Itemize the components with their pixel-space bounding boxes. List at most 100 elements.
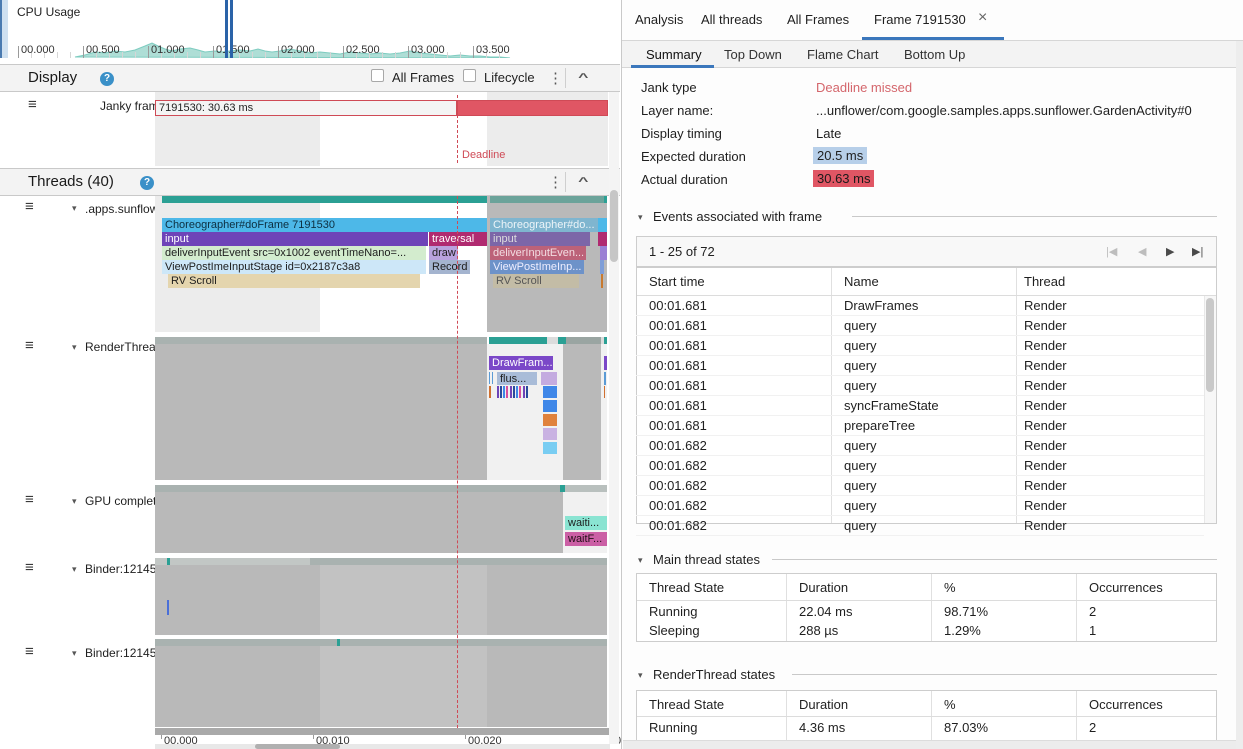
tab-analysis[interactable]: Analysis	[635, 12, 683, 27]
table-row[interactable]: 00:01.681 prepareTree Render	[636, 416, 1204, 436]
section-collapse-caret-icon[interactable]: ▾	[638, 212, 643, 223]
actual-duration-label: Actual duration	[641, 172, 728, 187]
states-col-thread-state[interactable]: Thread State	[649, 580, 724, 595]
profiler-window: CPU Usage 00.000 00.500 01.000 01.500 02…	[0, 0, 1243, 749]
thread-state-bar[interactable]	[162, 196, 487, 203]
all-frames-checkbox[interactable]	[371, 69, 384, 82]
tab-summary[interactable]: Summary	[646, 47, 702, 62]
lifecycle-checkbox[interactable]	[463, 69, 476, 82]
tab-frame-7191530[interactable]: Frame 7191530	[874, 12, 966, 27]
trace-event-flush[interactable]: flus...	[497, 372, 537, 385]
v-scrollbar-track[interactable]	[1236, 41, 1243, 749]
kebab-menu-icon[interactable]: ⋮	[548, 173, 563, 191]
state-duration: 22.04 ms	[799, 604, 852, 619]
last-page-icon[interactable]: ▶|	[1192, 245, 1203, 258]
table-row[interactable]: 00:01.681 query Render	[636, 316, 1204, 336]
tab-flame-chart[interactable]: Flame Chart	[807, 47, 879, 62]
drag-handle-icon[interactable]: ≡	[28, 98, 37, 112]
trace-event-traversal[interactable]: traversal	[429, 232, 487, 246]
trace-event-waitfence[interactable]: waitF...	[565, 532, 607, 546]
table-row[interactable]: 00:01.682 query Render	[636, 476, 1204, 496]
trace-event-rv-scroll[interactable]: RV Scroll	[168, 274, 420, 288]
states-col-occurrences[interactable]: Occurrences	[1089, 697, 1163, 712]
trace-event-input[interactable]: input	[162, 232, 428, 246]
drag-handle-icon[interactable]: ≡	[25, 200, 34, 214]
caret-down-icon[interactable]: ▾	[72, 203, 77, 214]
table-row[interactable]: 00:01.681 DrawFrames Render	[636, 296, 1204, 316]
janky-frame-bar-overrun[interactable]	[457, 100, 608, 116]
janky-frame-bar[interactable]: 7191530: 30.63 ms	[155, 100, 457, 116]
trace-event-viewpostime[interactable]: ViewPostImeInputStage id=0x2187c3a8	[162, 260, 426, 274]
thread-label-renderthread[interactable]: RenderThread	[85, 340, 162, 354]
state-duration: 4.36 ms	[799, 720, 845, 735]
trace-event-record[interactable]: Record ...	[429, 260, 470, 274]
trace-event-drawframes[interactable]: DrawFram...	[489, 356, 553, 370]
table-row[interactable]: 00:01.681 syncFrameState Render	[636, 396, 1204, 416]
h-scrollbar-track[interactable]	[623, 740, 1236, 749]
drag-handle-icon[interactable]: ≡	[25, 493, 34, 507]
tab-bottom-up[interactable]: Bottom Up	[904, 47, 965, 62]
table-row[interactable]: 00:01.682 query Render	[636, 496, 1204, 516]
trace-event-deliver-dim[interactable]: deliverInputEven...	[490, 246, 586, 260]
event-thread: Render	[1024, 498, 1067, 513]
table-row[interactable]: 00:01.682 query Render	[636, 516, 1204, 536]
events-col-start-time[interactable]: Start time	[649, 274, 705, 289]
states-col-duration[interactable]: Duration	[799, 697, 848, 712]
states-col-occurrences[interactable]: Occurrences	[1089, 580, 1163, 595]
trace-event-viewpostime-dim[interactable]: ViewPostImeInp...	[490, 260, 584, 274]
section-collapse-caret-icon[interactable]: ▾	[638, 670, 643, 681]
events-scrollbar-thumb[interactable]	[1206, 298, 1214, 392]
selection-marker[interactable]	[225, 0, 228, 58]
tab-all-threads[interactable]: All threads	[701, 12, 762, 27]
drag-handle-icon[interactable]: ≡	[25, 339, 34, 353]
caret-down-icon[interactable]: ▾	[72, 496, 77, 507]
event-name: query	[844, 458, 877, 473]
tab-top-down[interactable]: Top Down	[724, 47, 782, 62]
trace-event-choreographer-dim[interactable]: Choreographer#do...	[490, 218, 604, 232]
h-scrollbar-thumb[interactable]	[255, 744, 340, 749]
close-icon[interactable]: ×	[978, 9, 987, 27]
states-col-percent[interactable]: %	[944, 580, 956, 595]
table-row[interactable]: 00:01.681 query Render	[636, 376, 1204, 396]
states-col-thread-state[interactable]: Thread State	[649, 697, 724, 712]
collapse-chevron-icon[interactable]: ^	[578, 176, 588, 188]
table-row[interactable]: 00:01.682 query Render	[636, 436, 1204, 456]
caret-down-icon[interactable]: ▾	[72, 564, 77, 575]
events-col-name[interactable]: Name	[844, 274, 879, 289]
trace-event-waiting[interactable]: waiti...	[565, 516, 607, 530]
events-col-thread[interactable]: Thread	[1024, 274, 1065, 289]
trace-event-input-dim[interactable]: input	[490, 232, 590, 246]
table-row[interactable]: Running 4.36 ms 87.03% 2	[636, 718, 1215, 737]
table-row[interactable]: 00:01.681 query Render	[636, 356, 1204, 376]
drag-handle-icon[interactable]: ≡	[25, 645, 34, 659]
help-icon[interactable]: ?	[100, 72, 114, 86]
states-col-duration[interactable]: Duration	[799, 580, 848, 595]
selection-marker[interactable]	[230, 0, 233, 58]
collapse-chevron-icon[interactable]: ^	[578, 72, 588, 84]
states-col-percent[interactable]: %	[944, 697, 956, 712]
event-name: prepareTree	[844, 418, 915, 433]
trace-event-rv-scroll-dim[interactable]: RV Scroll	[493, 274, 579, 288]
trace-event-draw[interactable]: draw	[429, 246, 458, 260]
next-page-icon[interactable]: ▶	[1166, 245, 1174, 258]
kebab-menu-icon[interactable]: ⋮	[548, 69, 563, 87]
drag-handle-icon[interactable]: ≡	[25, 561, 34, 575]
trace-event-choreographer[interactable]: Choreographer#doFrame 7191530	[162, 218, 487, 232]
caret-down-icon[interactable]: ▾	[72, 342, 77, 353]
table-row[interactable]: 00:01.682 query Render	[636, 456, 1204, 476]
help-icon[interactable]: ?	[140, 176, 154, 190]
table-row[interactable]: 00:01.681 query Render	[636, 336, 1204, 356]
table-row[interactable]: Running 22.04 ms 98.71% 2	[636, 602, 1215, 621]
section-collapse-caret-icon[interactable]: ▾	[638, 555, 643, 566]
first-page-icon[interactable]: |◀	[1106, 245, 1117, 258]
trace-event-deliver-input[interactable]: deliverInputEvent src=0x1002 eventTimeNa…	[162, 246, 426, 260]
h-scrollbar-track[interactable]	[155, 744, 610, 749]
prev-page-icon[interactable]: ◀	[1138, 245, 1146, 258]
caret-down-icon[interactable]: ▾	[72, 648, 77, 659]
table-row[interactable]: Sleeping 288 µs 1.29% 1	[636, 621, 1215, 640]
tab-all-frames[interactable]: All Frames	[787, 12, 849, 27]
jank-type-label: Jank type	[641, 80, 697, 95]
v-scrollbar-thumb[interactable]	[610, 190, 618, 262]
thread-state-bar-dim[interactable]	[490, 196, 604, 203]
analysis-panel: Analysis All threads All Frames Frame 71…	[621, 0, 1243, 749]
